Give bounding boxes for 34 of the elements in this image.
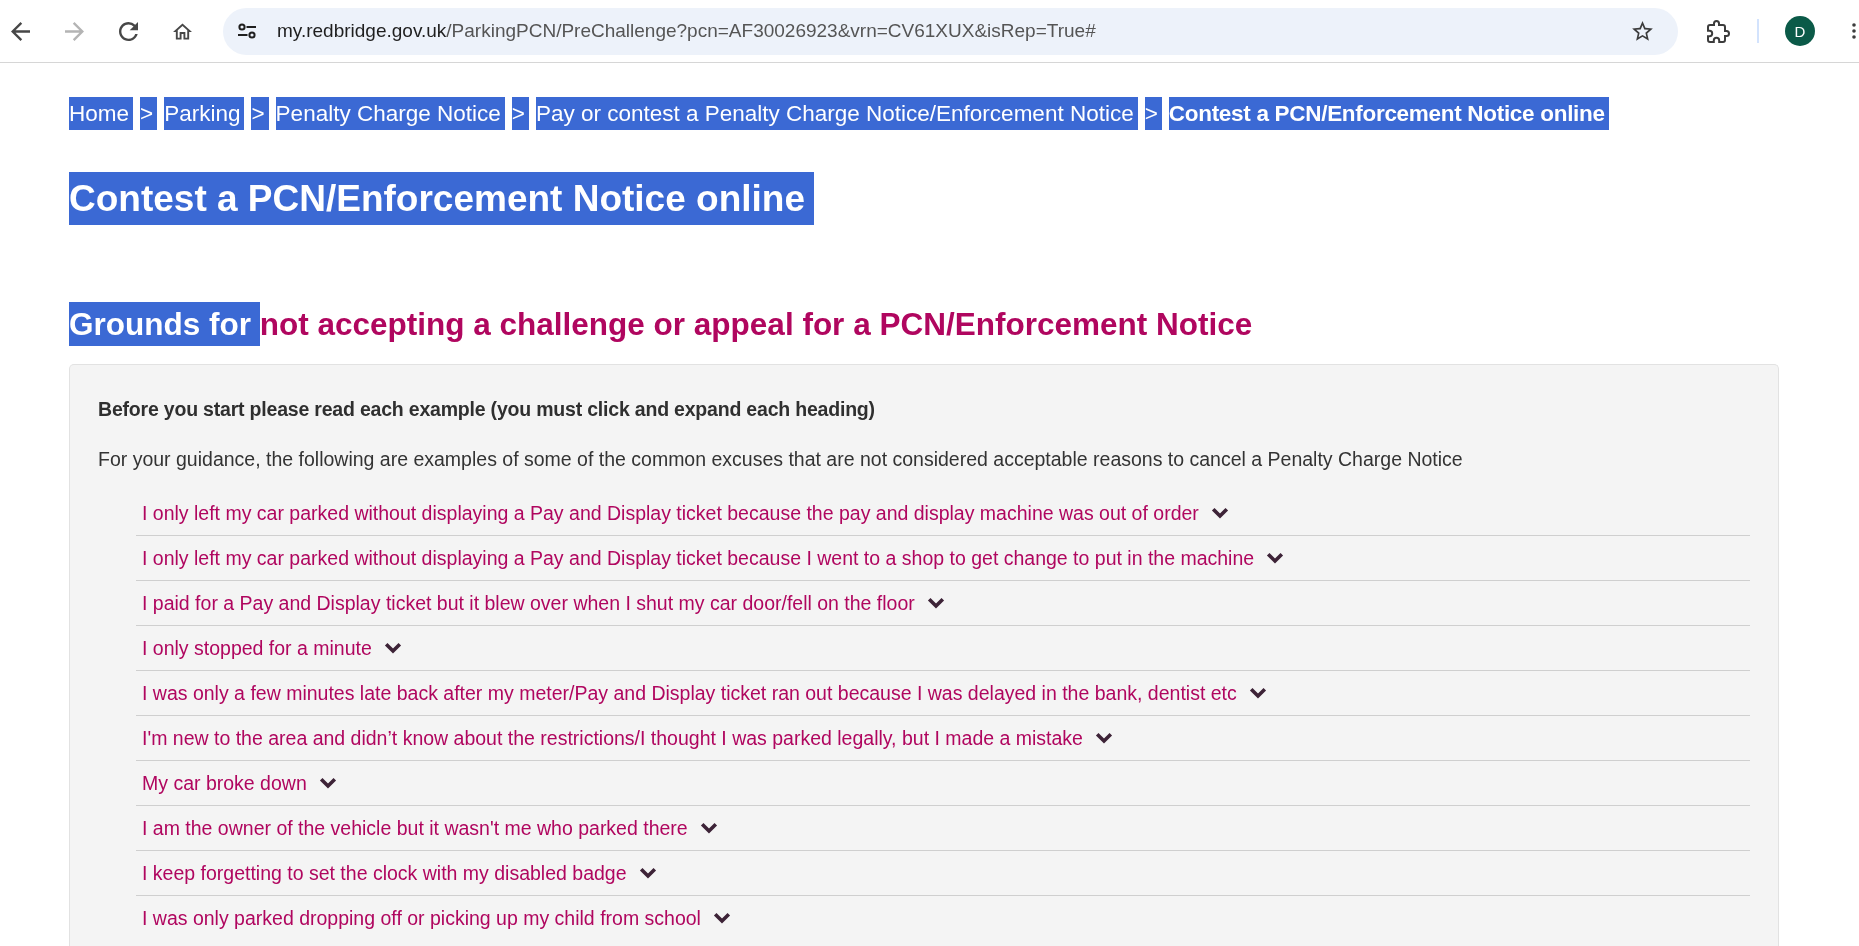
intro-text: For your guidance, the following are examples of some of the common excuses that are not considered acceptable reasons to cancel a Penalty Charge Notice (98, 447, 1464, 472)
address-bar[interactable]: my.redbridge.gov.uk/ParkingPCN/PreChallenge?pcn=AF30026923&vrn=CV61XUX&isRep=True# (223, 7, 1678, 55)
tune-icon[interactable] (237, 23, 257, 39)
accordion-toggle[interactable]: I was only a few minutes late back after my meter/Pay and Display ticket ran out because I was delayed in the bank, dentist etc (142, 679, 1267, 707)
puzzle-icon[interactable] (1707, 19, 1730, 43)
breadcrumb-link[interactable]: Parking (164, 97, 245, 130)
breadcrumb-current: Contest a PCN/Enforcement Notice online (1168, 97, 1609, 130)
accordion-toggle[interactable]: I paid for a Pay and Display ticket but it blew over when I shut my car door/fell on the floor (142, 589, 945, 617)
breadcrumb-separator: > (251, 97, 269, 130)
breadcrumb-separator: > (140, 97, 158, 130)
accordion-toggle[interactable]: I only left my car parked without displaying a Pay and Display ticket because the pay and display machine was out of order (142, 498, 1229, 527)
accordion-toggle[interactable]: I only left my car parked without displaying a Pay and Display ticket because I went to a shop to get change to put in the machine (142, 544, 1285, 572)
breadcrumb-link[interactable]: Home (69, 97, 134, 130)
breadcrumb-link[interactable]: Penalty Charge Notice (275, 97, 505, 130)
home-icon (172, 21, 192, 41)
left-arrow-icon (10, 21, 30, 41)
breadcrumb-separator: > (511, 97, 529, 130)
accordion-toggle[interactable]: I was only parked dropping off or picking up my child from school (142, 904, 731, 932)
right-arrow-icon (64, 21, 84, 41)
reload-icon (118, 21, 138, 41)
breadcrumb-link[interactable]: Pay or contest a Penalty Charge Notice/Enforcement Notice (535, 97, 1138, 130)
star-icon[interactable] (1632, 21, 1653, 41)
accordion-toggle[interactable]: I am the owner of the vehicle but it wasn't me who parked there (142, 814, 718, 842)
accordion-toggle[interactable]: I keep forgetting to set the clock with my disabled badge (142, 859, 657, 887)
url-text[interactable]: my.redbridge.gov.uk/ParkingPCN/PreChallenge?pcn=AF30026923&vrn=CV61XUX&isRep=True# (277, 19, 1632, 43)
accordion-toggle[interactable]: I'm new to the area and didn’t know about the restrictions/I thought I was parked legally, but I made a mistake (142, 724, 1113, 752)
kebab-menu-icon[interactable] (1852, 23, 1856, 39)
section-heading: Grounds for not accepting a challenge or appeal for a PCN/Enforcement Notice (69, 302, 1253, 347)
accordion-toggle[interactable]: My car broke down (142, 769, 337, 797)
page-title: Contest a PCN/Enforcement Notice online (69, 172, 814, 225)
accordion-toggle[interactable]: I only stopped for a minute (142, 634, 402, 662)
breadcrumb-separator: > (1144, 97, 1162, 130)
instruction-text: Before you start please read each example (you must click and expand each heading) (98, 397, 876, 422)
profile-avatar[interactable]: D (1785, 16, 1815, 46)
